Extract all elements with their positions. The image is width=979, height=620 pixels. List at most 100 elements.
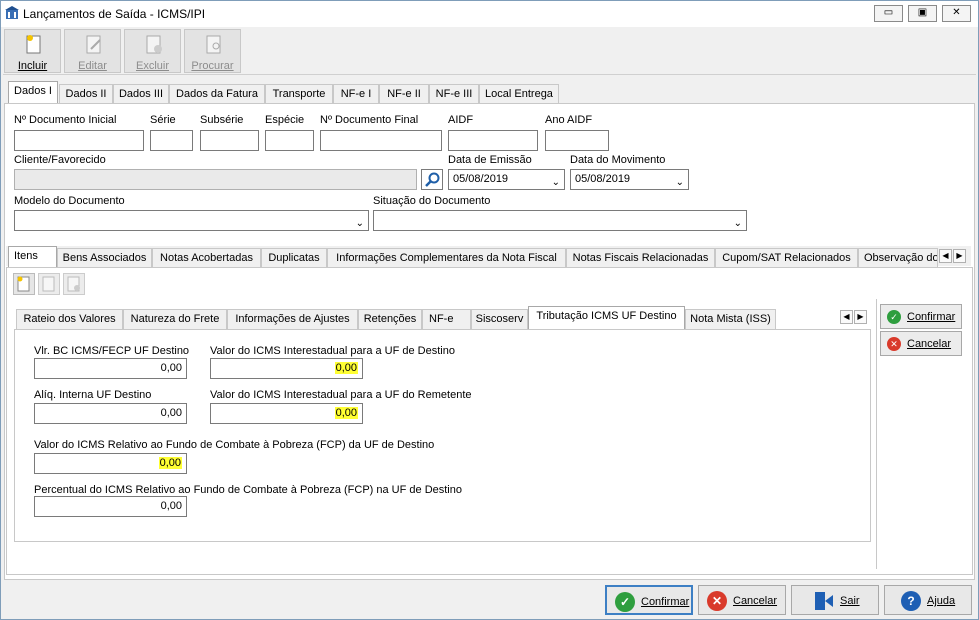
item-cancelar-label: Cancelar <box>907 338 952 350</box>
tab-nfs-relacionadas[interactable]: Notas Fiscais Relacionadas <box>566 248 715 268</box>
tab-natureza-frete[interactable]: Natureza do Frete <box>123 309 227 329</box>
item-confirmar-button[interactable]: ✓ Confirmar <box>880 304 962 329</box>
serie-label: Série <box>150 114 176 126</box>
item-tabs-scroll-right[interactable]: ▶ <box>854 310 867 324</box>
especie-label: Espécie <box>265 114 305 126</box>
aidf-label: AIDF <box>448 114 474 126</box>
fcp-valor-value: 0,00 <box>158 457 182 469</box>
tab-nfe-iii[interactable]: NF-e III <box>429 84 479 104</box>
tab-dados-i[interactable]: Dados I <box>8 81 58 104</box>
data-movimento-label: Data do Movimento <box>570 154 666 166</box>
tab-bens-associados[interactable]: Bens Associados <box>57 248 152 268</box>
tab-retencoes[interactable]: Retenções <box>358 309 422 329</box>
excluir-button[interactable]: Excluir <box>124 29 181 73</box>
doc-inicial-label: Nº Documento Inicial <box>14 114 117 126</box>
ajuda-label: Ajuda <box>927 595 956 607</box>
itens-toolbar <box>10 271 90 297</box>
sair-label: Sair <box>840 595 860 607</box>
doc-inicial-field[interactable] <box>14 130 144 151</box>
tab-dados-iii[interactable]: Dados III <box>113 84 169 104</box>
situacao-select[interactable]: ⌄ <box>373 210 747 231</box>
tab-transporte[interactable]: Transporte <box>265 84 333 104</box>
data-emissao-value: 05/08/2019 <box>453 173 509 185</box>
data-emissao-label: Data de Emissão <box>448 154 532 166</box>
tab-nfe-i[interactable]: NF-e I <box>333 84 379 104</box>
cancelar-button[interactable]: ✕ Cancelar <box>698 585 786 615</box>
tab-observacao[interactable]: Observação do <box>858 248 938 268</box>
cliente-field[interactable] <box>14 169 417 190</box>
ano-aidf-field[interactable] <box>545 130 609 151</box>
icms-dest-field[interactable]: 0,00 <box>210 358 363 379</box>
delete-item-icon[interactable] <box>63 273 85 295</box>
side-divider <box>876 299 877 569</box>
fcp-valor-label: Valor do ICMS Relativo ao Fundo de Comba… <box>34 439 435 451</box>
tab-nota-mista[interactable]: Nota Mista (ISS) <box>685 309 776 329</box>
maximize-button[interactable]: ▣ <box>908 5 937 22</box>
add-item-icon[interactable] <box>13 273 35 295</box>
editar-label: Editar <box>78 60 107 72</box>
close-button[interactable]: ✕ <box>942 5 971 22</box>
item-confirmar-label: Confirmar <box>907 311 956 323</box>
aliq-interna-field[interactable]: 0,00 <box>34 403 187 424</box>
vlr-bc-field[interactable]: 0,00 <box>34 358 187 379</box>
sub-tabs-scroll-left[interactable]: ◀ <box>939 249 952 263</box>
aidf-field[interactable] <box>448 130 538 151</box>
main-window: Lançamentos de Saída - ICMS/IPI ▭ ▣ ✕ In… <box>0 0 979 620</box>
tab-nfe-ii[interactable]: NF-e II <box>379 84 429 104</box>
incluir-label: Incluir <box>17 60 48 72</box>
icms-remet-label: Valor do ICMS Interestadual para a UF do… <box>210 389 472 401</box>
tab-cupom-sat[interactable]: Cupom/SAT Relacionados <box>715 248 858 268</box>
icms-remet-value: 0,00 <box>334 407 358 419</box>
window-title: Lançamentos de Saída - ICMS/IPI <box>23 7 206 21</box>
serie-field[interactable] <box>150 130 193 151</box>
especie-field[interactable] <box>265 130 314 151</box>
tab-info-complementares[interactable]: Informações Complementares da Nota Fisca… <box>327 248 566 268</box>
sair-button[interactable]: Sair <box>791 585 879 615</box>
edit-item-icon[interactable] <box>38 273 60 295</box>
tab-tributacao-icms[interactable]: Tributação ICMS UF Destino <box>528 306 685 329</box>
new-document-icon <box>25 34 43 54</box>
data-movimento-field[interactable]: 05/08/2019 ⌄ <box>570 169 689 190</box>
sub-tabs-scroll-right[interactable]: ▶ <box>953 249 966 263</box>
tab-local-entrega[interactable]: Local Entrega <box>479 84 559 104</box>
subserie-field[interactable] <box>200 130 259 151</box>
tab-dados-ii[interactable]: Dados II <box>59 84 113 104</box>
cliente-label: Cliente/Favorecido <box>14 154 106 166</box>
tab-notas-acobertadas[interactable]: Notas Acobertadas <box>152 248 261 268</box>
icms-remet-field[interactable]: 0,00 <box>210 403 363 424</box>
tab-dados-fatura[interactable]: Dados da Fatura <box>169 84 265 104</box>
tab-nfe[interactable]: NF-e <box>422 309 471 329</box>
aliq-interna-label: Alíq. Interna UF Destino <box>34 389 152 401</box>
delete-document-icon <box>145 34 163 54</box>
procurar-button[interactable]: Procurar <box>184 29 241 73</box>
tab-rateio[interactable]: Rateio dos Valores <box>16 309 123 329</box>
item-cancelar-button[interactable]: ✕ Cancelar <box>880 331 962 356</box>
icms-dest-label: Valor do ICMS Interestadual para a UF de… <box>210 345 455 357</box>
tab-duplicatas[interactable]: Duplicatas <box>261 248 327 268</box>
minimize-button[interactable]: ▭ <box>874 5 903 22</box>
app-icon <box>5 6 19 20</box>
data-emissao-field[interactable]: 05/08/2019 ⌄ <box>448 169 565 190</box>
incluir-button[interactable]: Incluir <box>4 29 61 73</box>
cancel-icon: ✕ <box>707 591 727 611</box>
exit-door-icon <box>812 590 834 615</box>
fcp-valor-field[interactable]: 0,00 <box>34 453 187 474</box>
tab-itens[interactable]: Itens <box>8 246 57 269</box>
fcp-perc-field[interactable]: 0,00 <box>34 496 187 517</box>
confirmar-button[interactable]: ✓ Confirmar <box>605 585 693 615</box>
chevron-down-icon: ⌄ <box>675 177 684 188</box>
ajuda-button[interactable]: ? Ajuda <box>884 585 972 615</box>
check-icon: ✓ <box>615 592 635 612</box>
cliente-search-button[interactable] <box>421 169 443 190</box>
item-tabs-scroll-left[interactable]: ◀ <box>840 310 853 324</box>
doc-final-field[interactable] <box>320 130 442 151</box>
chevron-down-icon: ⌄ <box>551 177 560 188</box>
editar-button[interactable]: Editar <box>64 29 121 73</box>
cancelar-label: Cancelar <box>733 595 778 607</box>
chevron-down-icon: ⌄ <box>733 218 742 229</box>
tab-info-ajustes[interactable]: Informações de Ajustes <box>227 309 358 329</box>
chevron-down-icon: ⌄ <box>355 218 364 229</box>
tab-siscoserv[interactable]: Siscoserv <box>471 309 528 329</box>
modelo-select[interactable]: ⌄ <box>14 210 369 231</box>
excluir-label: Excluir <box>135 60 169 72</box>
